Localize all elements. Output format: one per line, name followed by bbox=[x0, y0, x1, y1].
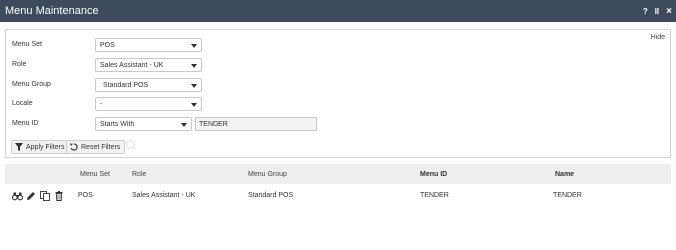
binoculars-icon[interactable] bbox=[11, 191, 24, 201]
column-header-menu-group[interactable]: Menu Group bbox=[248, 171, 287, 178]
menu-group-label: Menu Group bbox=[12, 81, 51, 88]
pause-button[interactable]: II bbox=[655, 7, 659, 16]
column-header-role[interactable]: Role bbox=[132, 171, 146, 178]
window-controls: ? II × bbox=[643, 0, 672, 22]
locale-select[interactable]: - bbox=[95, 97, 202, 111]
chevron-down-icon bbox=[181, 123, 187, 127]
role-label: Role bbox=[12, 61, 27, 68]
cell-menu-set: POS bbox=[78, 192, 93, 199]
cell-menu-group: Standard POS bbox=[248, 192, 294, 199]
chevron-down-icon bbox=[191, 84, 197, 88]
loading-spinner-icon bbox=[126, 140, 135, 149]
delete-trash-icon[interactable] bbox=[54, 191, 64, 201]
menu-set-select[interactable]: POS bbox=[95, 38, 202, 52]
menu-group-select[interactable]: Standard POS bbox=[95, 78, 202, 92]
locale-value: - bbox=[100, 101, 103, 108]
table-row[interactable]: POS Sales Assistant - UK Standard POS TE… bbox=[5, 187, 671, 205]
reset-icon bbox=[70, 143, 78, 151]
menu-id-label: Menu ID bbox=[12, 120, 39, 127]
window-title: Menu Maintenance bbox=[5, 5, 99, 17]
help-button[interactable]: ? bbox=[643, 7, 648, 16]
edit-pencil-icon[interactable] bbox=[26, 191, 36, 201]
cell-name: TENDER bbox=[553, 192, 582, 199]
filter-row-locale: Locale - bbox=[6, 97, 670, 111]
reset-filters-label: Reset Filters bbox=[81, 143, 121, 151]
row-actions bbox=[11, 191, 64, 201]
column-header-menu-id[interactable]: Menu ID bbox=[420, 171, 447, 178]
menu-id-operator-value: Starts With bbox=[100, 121, 135, 128]
grid-header: Menu Set Role Menu Group Menu ID Name bbox=[5, 164, 671, 184]
menu-id-input[interactable]: TENDER bbox=[195, 117, 317, 131]
close-button[interactable]: × bbox=[666, 6, 672, 17]
window-titlebar: Menu Maintenance ? II × bbox=[0, 0, 676, 22]
filter-panel: Hide Menu Set POS Role Sales Assistant -… bbox=[5, 29, 671, 158]
chevron-down-icon bbox=[191, 64, 197, 68]
role-value: Sales Assistant - UK bbox=[100, 62, 164, 69]
filter-icon bbox=[15, 143, 23, 151]
apply-filters-button[interactable]: Apply Filters bbox=[11, 140, 70, 154]
copy-icon[interactable] bbox=[40, 191, 50, 201]
cell-menu-id: TENDER bbox=[420, 192, 449, 199]
role-select[interactable]: Sales Assistant - UK bbox=[95, 58, 202, 72]
reset-filters-button[interactable]: Reset Filters bbox=[66, 140, 126, 154]
column-header-name[interactable]: Name bbox=[555, 171, 574, 178]
menu-group-value: Standard POS bbox=[103, 82, 149, 89]
filter-row-menu-id: Menu ID Starts With TENDER bbox=[6, 117, 670, 131]
menu-id-input-value: TENDER bbox=[199, 121, 228, 128]
apply-filters-label: Apply Filters bbox=[26, 143, 65, 151]
filter-row-menu-set: Menu Set POS bbox=[6, 38, 670, 52]
filter-row-menu-group: Menu Group Standard POS bbox=[6, 78, 670, 92]
column-header-menu-set[interactable]: Menu Set bbox=[80, 171, 110, 178]
cell-role: Sales Assistant - UK bbox=[132, 192, 196, 199]
chevron-down-icon bbox=[191, 103, 197, 107]
menu-set-label: Menu Set bbox=[12, 41, 42, 48]
filter-row-role: Role Sales Assistant - UK bbox=[6, 58, 670, 72]
chevron-down-icon bbox=[191, 44, 197, 48]
menu-set-value: POS bbox=[100, 42, 115, 49]
locale-label: Locale bbox=[12, 100, 33, 107]
menu-id-operator-select[interactable]: Starts With bbox=[95, 117, 192, 131]
